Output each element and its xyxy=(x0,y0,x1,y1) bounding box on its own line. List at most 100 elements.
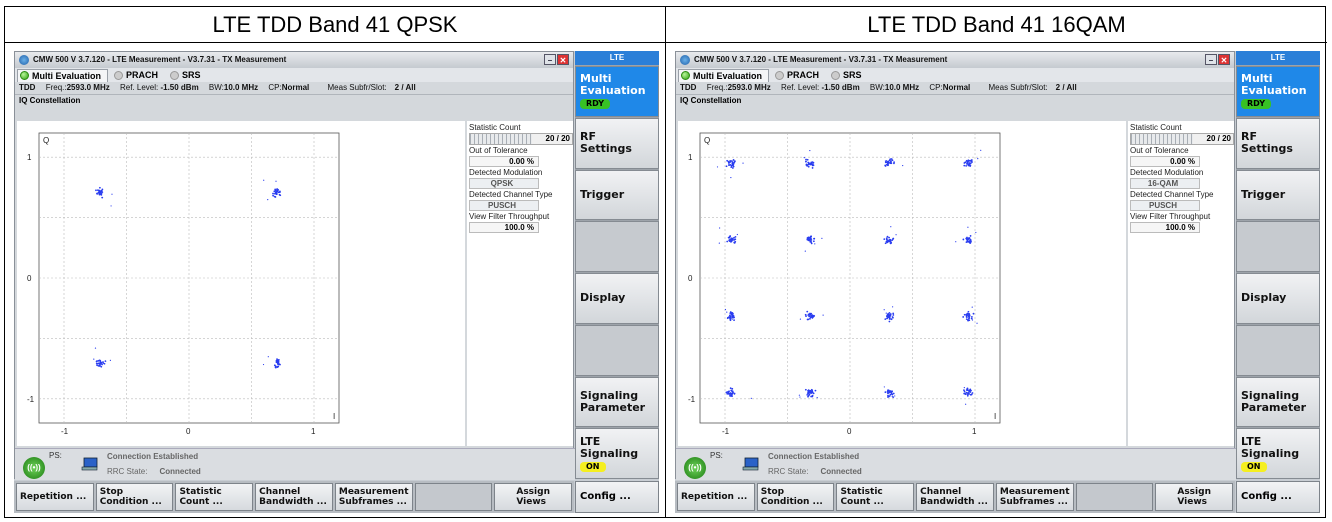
constellation-point xyxy=(965,318,968,321)
computer-icon xyxy=(81,457,98,471)
constellation-point xyxy=(888,313,891,316)
lte-signaling-button[interactable]: LTE Signaling ON xyxy=(575,428,659,479)
tab-prach[interactable]: PRACH xyxy=(112,69,164,82)
multi-evaluation-button[interactable]: Multi Evaluation RDY xyxy=(575,66,659,117)
signaling-parameter-button[interactable]: Signaling Parameter xyxy=(575,376,659,428)
rf-settings-button[interactable]: RF Settings xyxy=(575,117,659,169)
constellation-point xyxy=(805,164,808,166)
constellation-point xyxy=(809,236,812,239)
constellation-point xyxy=(731,318,733,320)
constellation-point xyxy=(965,403,967,405)
constellation-point xyxy=(98,359,101,362)
constellation-point xyxy=(736,233,738,236)
connection-status: Connection Established xyxy=(768,452,860,461)
constellation-point xyxy=(892,312,895,315)
close-button[interactable]: ✕ xyxy=(557,54,569,65)
constellation-point xyxy=(272,192,274,195)
display-button[interactable]: Display xyxy=(1236,273,1320,324)
constellation-point xyxy=(808,239,811,241)
constellation-point xyxy=(894,395,896,397)
measurement-window: CMW 500 V 3.7.120 - LTE Measurement - V3… xyxy=(14,51,575,480)
constellation-point xyxy=(892,314,895,316)
multi-evaluation-button[interactable]: Multi Evaluation RDY xyxy=(1236,66,1320,117)
constellation-point xyxy=(885,312,887,314)
constellation-point xyxy=(805,161,807,163)
constellation-point xyxy=(724,308,727,311)
constellation-point xyxy=(719,227,721,229)
status-led-icon xyxy=(681,71,690,80)
out-of-tolerance-label: Out of Tolerance xyxy=(1130,146,1189,155)
constellation-point xyxy=(966,238,968,241)
constellation-point xyxy=(883,238,886,241)
tab-label: SRS xyxy=(182,70,201,80)
tab-label: Multi Evaluation xyxy=(693,70,763,81)
constellation-point xyxy=(729,319,732,322)
sidebar-title: LTE xyxy=(1236,51,1320,65)
constellation-point xyxy=(731,311,734,314)
constellation-point xyxy=(279,190,281,193)
constellation-point xyxy=(810,162,812,165)
statistics-panel: Statistic Count 20 / 20 Out of Tolerance… xyxy=(467,121,573,446)
constellation-point xyxy=(98,186,101,189)
statistic-count-button[interactable]: Statistic Count ... xyxy=(836,483,915,511)
minimize-button[interactable]: – xyxy=(544,54,556,65)
channel-bandwidth-button[interactable]: Channel Bandwidth ... xyxy=(255,483,333,511)
assign-views-button[interactable]: Assign Views xyxy=(1155,483,1234,511)
constellation-point xyxy=(963,313,966,316)
tab-srs[interactable]: SRS xyxy=(829,69,868,82)
signaling-parameter-button[interactable]: Signaling Parameter xyxy=(1236,376,1320,428)
constellation-point xyxy=(278,358,280,361)
tab-srs[interactable]: SRS xyxy=(168,69,207,82)
statistic-count-button[interactable]: Statistic Count ... xyxy=(175,483,254,511)
window-title: CMW 500 V 3.7.120 - LTE Measurement - V3… xyxy=(33,55,287,64)
status-led-icon xyxy=(170,70,180,80)
subframe-value: 2 / All xyxy=(394,83,416,92)
constellation-point xyxy=(890,158,893,160)
view-filter-value: 100.0 % xyxy=(1130,222,1200,233)
channel-bandwidth-button[interactable]: Channel Bandwidth ... xyxy=(916,483,994,511)
rf-settings-button[interactable]: RF Settings xyxy=(1236,117,1320,169)
constellation-point xyxy=(963,164,966,167)
constellation-point xyxy=(731,167,734,169)
repetition-button[interactable]: Repetition ... xyxy=(677,483,755,511)
constellation-point xyxy=(733,241,736,244)
stop-condition-button[interactable]: Stop Condition ... xyxy=(756,483,835,511)
measurement-subframes-button[interactable]: Measurement Subframes ... xyxy=(995,483,1074,511)
constellation-point xyxy=(886,317,888,320)
repetition-button[interactable]: Repetition ... xyxy=(16,483,94,511)
display-button[interactable]: Display xyxy=(575,273,659,324)
config-button[interactable]: Config ... xyxy=(575,481,659,513)
constellation-point xyxy=(968,319,970,321)
assign-views-button[interactable]: Assign Views xyxy=(494,483,573,511)
constellation-point xyxy=(891,316,894,318)
lte-signaling-button[interactable]: LTE Signaling ON xyxy=(1236,428,1320,479)
tab-prach[interactable]: PRACH xyxy=(773,69,825,82)
constellation-point xyxy=(970,240,972,242)
tab-label: PRACH xyxy=(787,70,820,80)
constellation-point xyxy=(902,164,904,167)
panel-16qam: LTE TDD Band 41 16QAM CMW 500 V 3.7.120 … xyxy=(666,7,1327,517)
computer-icon xyxy=(742,457,759,471)
trigger-button[interactable]: Trigger xyxy=(575,169,659,221)
instrument-screen: CMW 500 V 3.7.120 - LTE Measurement - V3… xyxy=(14,51,659,513)
blank-softkey xyxy=(414,483,493,511)
tab-label: Multi Evaluation xyxy=(32,70,102,81)
ref-level-label: Ref. Level: xyxy=(780,83,820,92)
constellation-point xyxy=(101,196,104,199)
tab-multi-evaluation[interactable]: Multi Evaluation xyxy=(17,68,109,82)
constellation-point xyxy=(970,159,973,161)
constellation-point xyxy=(888,390,891,393)
trigger-button[interactable]: Trigger xyxy=(1236,169,1320,221)
right-softkey-panel: LTE Multi Evaluation RDY RF Settings Trig… xyxy=(575,51,659,479)
measurement-subframes-button[interactable]: Measurement Subframes ... xyxy=(334,483,413,511)
stop-condition-button[interactable]: Stop Condition ... xyxy=(95,483,174,511)
subframe-value: 2 / All xyxy=(1055,83,1077,92)
tab-multi-evaluation[interactable]: Multi Evaluation xyxy=(678,68,770,82)
minimize-button[interactable]: – xyxy=(1205,54,1217,65)
bw-value: 10.0 MHz xyxy=(884,83,920,92)
constellation-point xyxy=(733,316,735,319)
close-button[interactable]: ✕ xyxy=(1218,54,1230,65)
constellation-point xyxy=(272,194,274,197)
config-button[interactable]: Config ... xyxy=(1236,481,1320,513)
ready-badge: RDY xyxy=(1241,99,1272,110)
